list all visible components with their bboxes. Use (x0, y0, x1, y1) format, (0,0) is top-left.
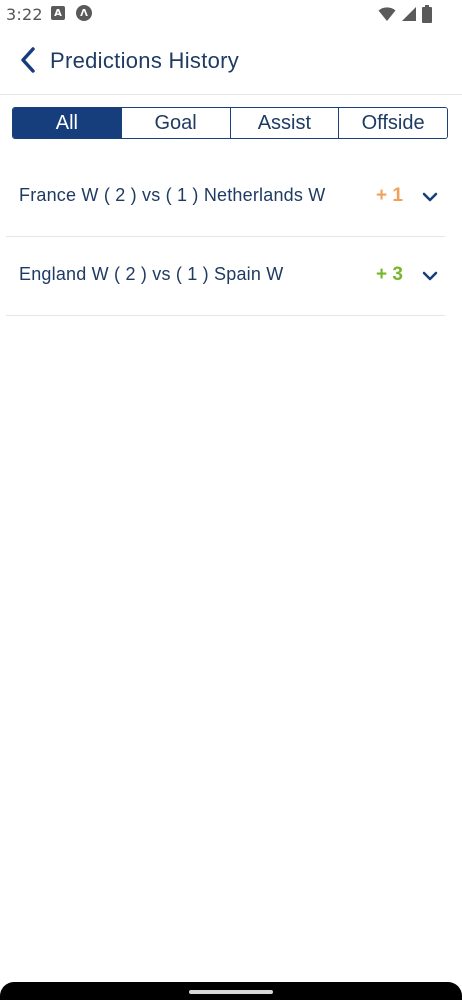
page-title: Predictions History (50, 48, 240, 73)
predictions-list: France W ( 2 ) vs ( 1 ) Netherlands W + … (6, 158, 445, 316)
status-time: 3:22 (6, 5, 43, 24)
tab-goal[interactable]: Goal (120, 108, 230, 138)
home-indicator[interactable] (189, 990, 273, 994)
tab-all[interactable]: All (13, 108, 121, 138)
list-item[interactable]: England W ( 2 ) vs ( 1 ) Spain W + 3 (6, 237, 445, 316)
wifi-icon (378, 6, 396, 27)
battery-icon (422, 5, 432, 28)
match-text: France W ( 2 ) vs ( 1 ) Netherlands W (19, 185, 326, 205)
match-text: England W ( 2 ) vs ( 1 ) Spain W (19, 264, 284, 284)
status-bar: 3:22 A Λ (0, 0, 462, 30)
filter-tabs: All Goal Assist Offside (12, 107, 448, 139)
system-nav-bar (0, 982, 462, 1000)
chevron-down-icon[interactable] (421, 188, 439, 206)
app-lambda-icon: Λ (76, 5, 92, 21)
points-badge: + 3 (376, 264, 403, 285)
chevron-down-icon[interactable] (421, 267, 439, 285)
tab-offside[interactable]: Offside (338, 108, 447, 138)
list-item[interactable]: France W ( 2 ) vs ( 1 ) Netherlands W + … (6, 158, 445, 237)
chevron-left-icon (20, 46, 36, 78)
status-icons (378, 5, 432, 28)
app-header: Predictions History (0, 30, 462, 95)
points-badge: + 1 (376, 185, 403, 206)
app-a-icon: A (51, 6, 65, 20)
tab-assist[interactable]: Assist (229, 108, 339, 138)
signal-icon (401, 6, 417, 27)
back-button[interactable] (14, 46, 42, 78)
